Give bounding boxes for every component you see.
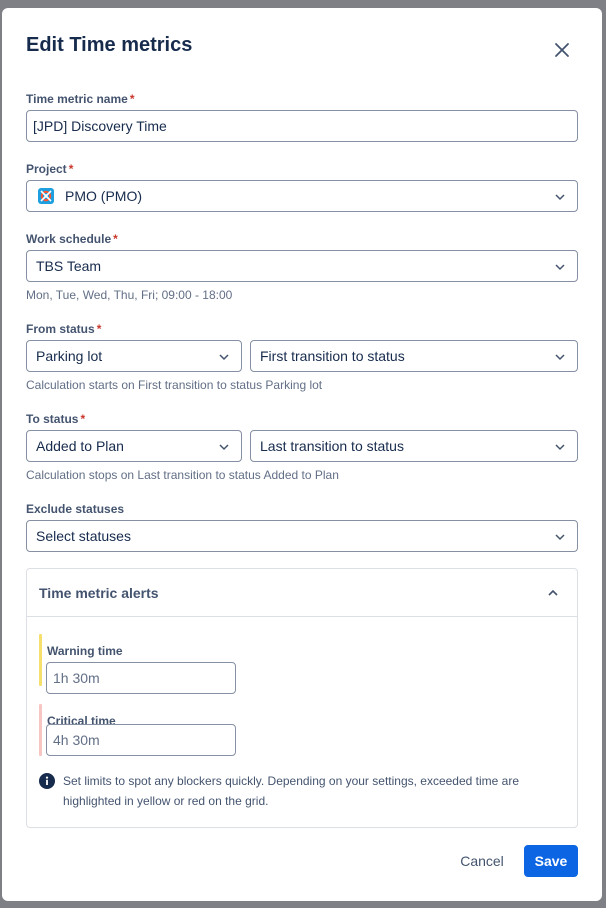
from-status-hint: Calculation starts on First transition t… [26,378,323,392]
critical-time-input[interactable] [47,725,235,755]
to-transition-value: Last transition to status [260,438,404,454]
project-avatar-icon [38,188,54,204]
to-status-select[interactable]: Added to Plan [26,430,242,462]
project-select[interactable]: PMO (PMO) [26,180,578,212]
from-status-select[interactable]: Parking lot [26,340,242,372]
save-button[interactable]: Save [524,845,578,877]
exclude-statuses-placeholder: Select statuses [36,528,131,544]
required-mark: * [96,322,102,336]
name-input-field[interactable] [26,110,578,142]
chevron-down-icon [219,444,229,451]
name-label: Time metric name * [26,92,135,106]
chevron-down-icon [555,194,565,201]
critical-color-bar [39,704,42,756]
to-transition-select[interactable]: Last transition to status [250,430,578,462]
warning-time-field[interactable] [46,662,236,694]
exclude-statuses-select[interactable]: Select statuses [26,520,578,552]
warning-time-input[interactable] [47,663,235,693]
warning-color-bar [39,634,42,686]
project-label: Project * [26,162,74,176]
chevron-down-icon [555,354,565,361]
chevron-down-icon [555,264,565,271]
chevron-down-icon [219,354,229,361]
close-icon [555,43,569,57]
alerts-section-title: Time metric alerts [39,584,159,601]
name-input[interactable] [27,111,577,141]
close-button[interactable] [551,39,573,61]
from-transition-select[interactable]: First transition to status [250,340,578,372]
required-mark: * [80,412,86,426]
from-status-value: Parking lot [36,348,103,364]
project-value: PMO (PMO) [65,188,142,204]
warning-time-label: Warning time [47,644,123,658]
from-status-label: From status * [26,322,102,336]
chevron-up-icon [548,589,558,596]
time-metric-alerts-section: Time metric alerts Warning time Critical… [26,568,578,828]
critical-time-field[interactable] [46,724,236,756]
work-schedule-select[interactable]: TBS Team [26,250,578,282]
to-status-value: Added to Plan [36,438,124,454]
work-schedule-hint: Mon, Tue, Wed, Thu, Fri; 09:00 - 18:00 [26,288,233,302]
cancel-button[interactable]: Cancel [450,845,514,877]
chevron-down-icon [555,444,565,451]
info-icon [39,773,55,789]
exclude-statuses-label: Exclude statuses [26,502,125,516]
to-status-hint: Calculation stops on Last transition to … [26,468,339,482]
required-mark: * [68,162,74,176]
alerts-section-header[interactable]: Time metric alerts [27,569,577,617]
from-transition-value: First transition to status [260,348,405,364]
required-mark: * [129,92,135,106]
required-mark: * [113,232,118,246]
chevron-down-icon [555,534,565,541]
alerts-info-text: Set limits to spot any blockers quickly.… [63,774,520,808]
edit-time-metric-dialog: Edit Time metrics Time metric name* Proj… [2,8,602,901]
to-status-label: To status * [26,412,86,426]
dialog-title: Edit Time metrics [26,34,193,56]
work-schedule-value: TBS Team [36,258,102,274]
alerts-info: Set limits to spot any blockers quickly.… [39,771,559,811]
work-schedule-label: Work schedule * [26,232,118,246]
